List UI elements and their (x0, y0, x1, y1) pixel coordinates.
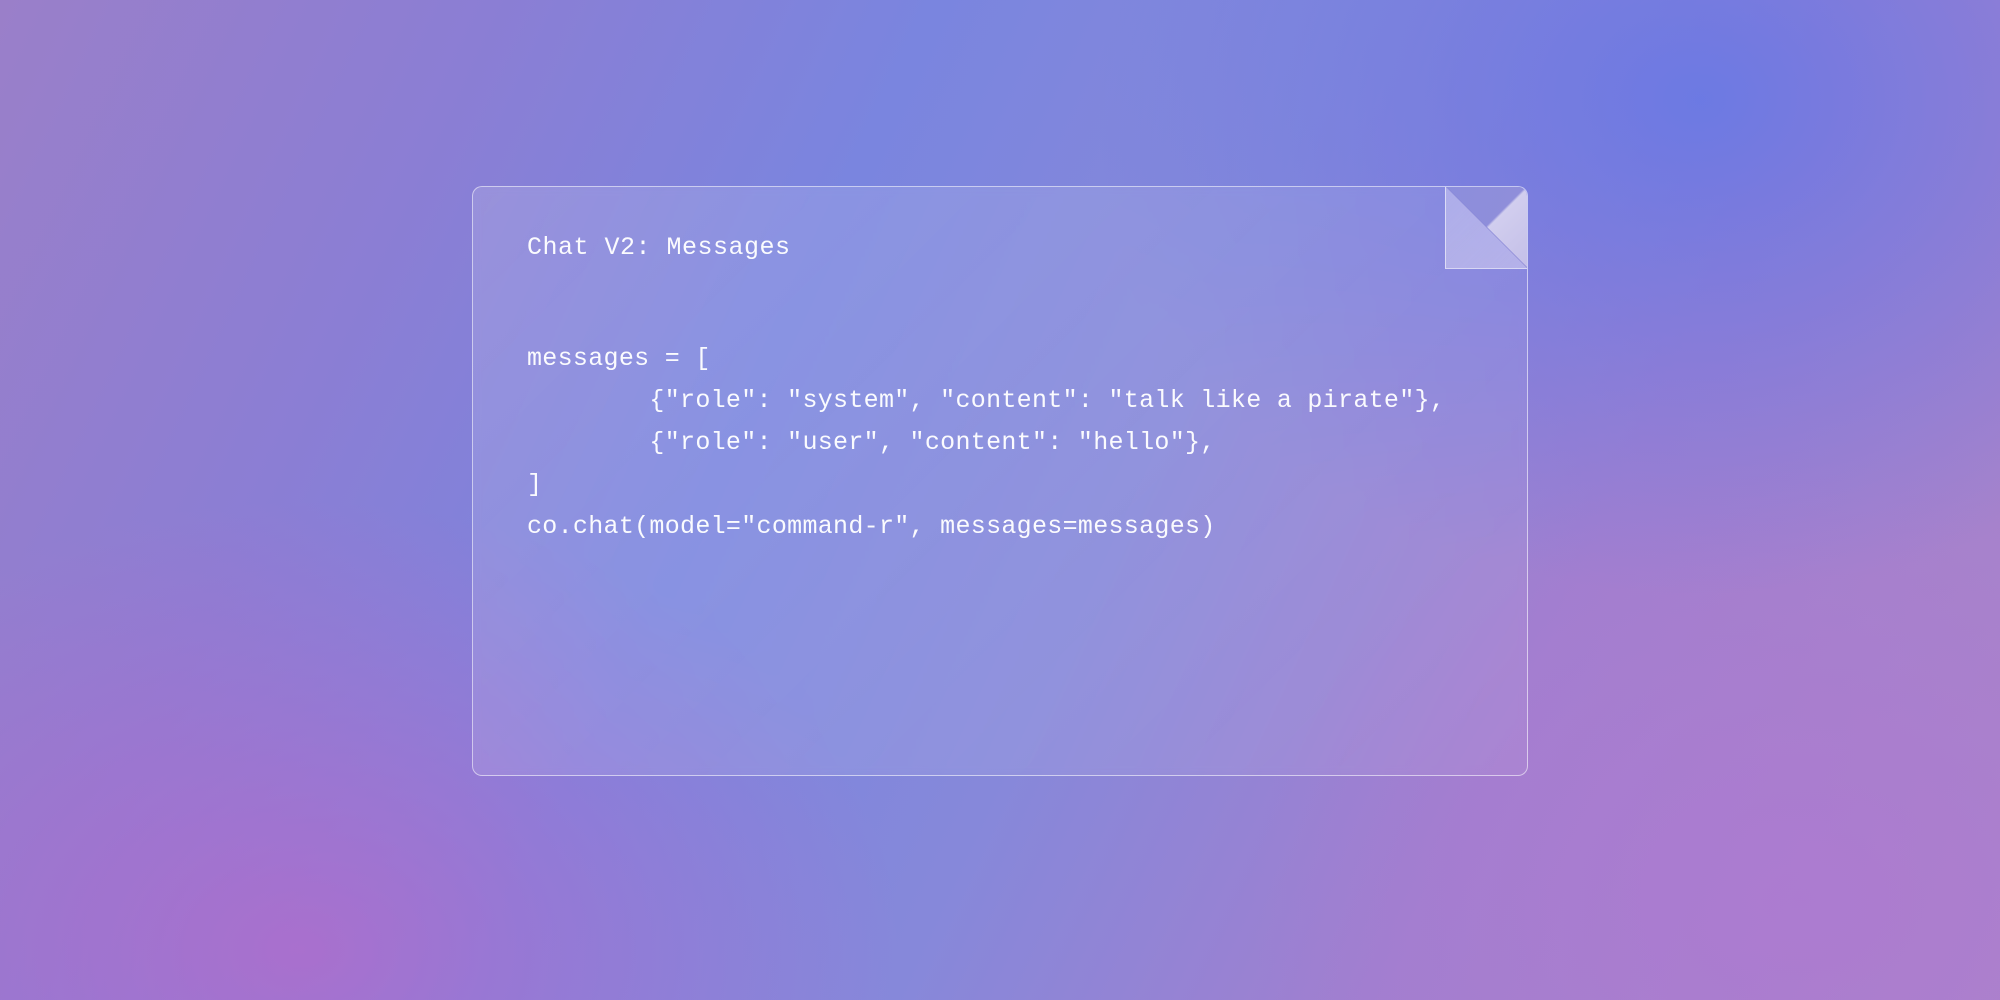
code-card: Chat V2: Messages messages = [ {"role": … (472, 186, 1528, 776)
code-block: messages = [ {"role": "system", "content… (527, 338, 1473, 548)
page-fold-icon (1445, 187, 1527, 269)
card-title: Chat V2: Messages (527, 233, 1473, 262)
